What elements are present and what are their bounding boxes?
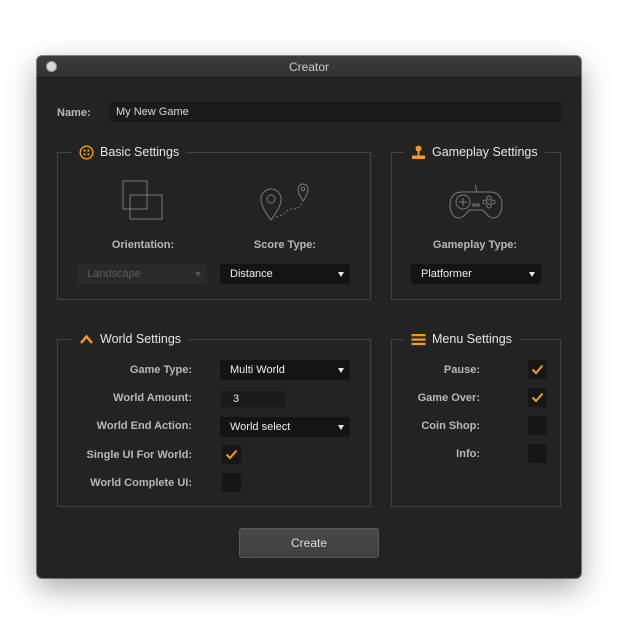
gameplay-settings-legend: Gameplay Settings: [404, 142, 545, 162]
world-settings-group: World Settings Game Type: Multi World Wo…: [57, 329, 371, 507]
hamburger-icon: [411, 333, 426, 345]
name-label: Name:: [57, 107, 91, 119]
world-settings-title: World Settings: [100, 332, 182, 346]
gameplay-type-label: Gameplay Type:: [432, 239, 518, 251]
gamepad-icon: [449, 184, 503, 219]
pause-checkbox[interactable]: [528, 360, 547, 379]
four-dots-circle-icon: [79, 144, 94, 160]
chevron-down-icon: [338, 272, 344, 277]
score-type-dropdown[interactable]: Distance: [220, 264, 350, 284]
game-type-label: Game Type:: [129, 364, 192, 376]
world-end-action-label: World End Action:: [96, 420, 192, 432]
game-type-dropdown[interactable]: Multi World: [220, 360, 350, 380]
chevron-down-icon: [338, 425, 344, 430]
world-settings-legend: World Settings: [72, 329, 189, 349]
coin-shop-checkbox[interactable]: [528, 416, 547, 435]
checkmark-icon: [225, 449, 238, 460]
create-button[interactable]: Create: [239, 528, 379, 558]
pause-label: Pause:: [443, 364, 480, 376]
world-end-action-value: World select: [230, 421, 291, 433]
gameplay-type-dropdown[interactable]: Platformer: [411, 264, 541, 284]
basic-settings-legend: Basic Settings: [72, 142, 187, 162]
window-title: Creator: [288, 60, 329, 74]
world-complete-ui-label: World Complete UI:: [90, 477, 192, 489]
checkmark-icon: [531, 364, 544, 375]
info-label: Info:: [456, 448, 480, 460]
gameplay-settings-group: Gameplay Settings Gameplay Type: Platfor…: [391, 142, 561, 300]
orientation-label: Orientation:: [111, 239, 175, 251]
single-ui-checkbox[interactable]: [222, 445, 241, 464]
title-bar: Creator: [37, 56, 581, 78]
location-route-icon: [260, 183, 309, 221]
game-over-checkbox[interactable]: [528, 388, 547, 407]
score-type-label: Score Type:: [253, 239, 317, 251]
gameplay-settings-title: Gameplay Settings: [432, 145, 538, 159]
game-over-label: Game Over:: [417, 392, 480, 404]
menu-settings-legend: Menu Settings: [404, 329, 519, 349]
chevron-down-icon: [529, 272, 535, 277]
info-checkbox[interactable]: [528, 444, 547, 463]
world-complete-ui-checkbox[interactable]: [222, 473, 241, 492]
world-amount-input[interactable]: 3: [221, 391, 285, 407]
score-type-value: Distance: [230, 268, 273, 280]
single-ui-label: Single UI For World:: [86, 449, 192, 461]
world-end-action-dropdown[interactable]: World select: [220, 417, 350, 437]
world-amount-label: World Amount:: [113, 392, 192, 404]
gameplay-type-value: Platformer: [421, 268, 472, 280]
orientation-value: Landscape: [87, 268, 141, 280]
menu-settings-group: Menu Settings Pause: Game Over: Coin Sho…: [391, 329, 561, 507]
chevron-down-icon: [338, 368, 344, 373]
menu-settings-title: Menu Settings: [432, 332, 512, 346]
coin-shop-label: Coin Shop:: [421, 420, 480, 432]
basic-settings-group: Basic Settings Orientation: Score Type: …: [57, 142, 371, 300]
name-input[interactable]: My New Game: [109, 102, 561, 122]
joystick-icon: [412, 145, 425, 159]
chevron-down-icon: [195, 272, 201, 277]
basic-settings-title: Basic Settings: [100, 145, 180, 159]
overlapping-squares-icon: [122, 180, 163, 220]
creator-window: Creator Name: My New Game Basic Settings…: [37, 56, 581, 578]
chevron-up-icon: [80, 334, 93, 344]
orientation-dropdown[interactable]: Landscape: [77, 264, 207, 284]
checkmark-icon: [531, 392, 544, 403]
game-type-value: Multi World: [230, 364, 285, 376]
